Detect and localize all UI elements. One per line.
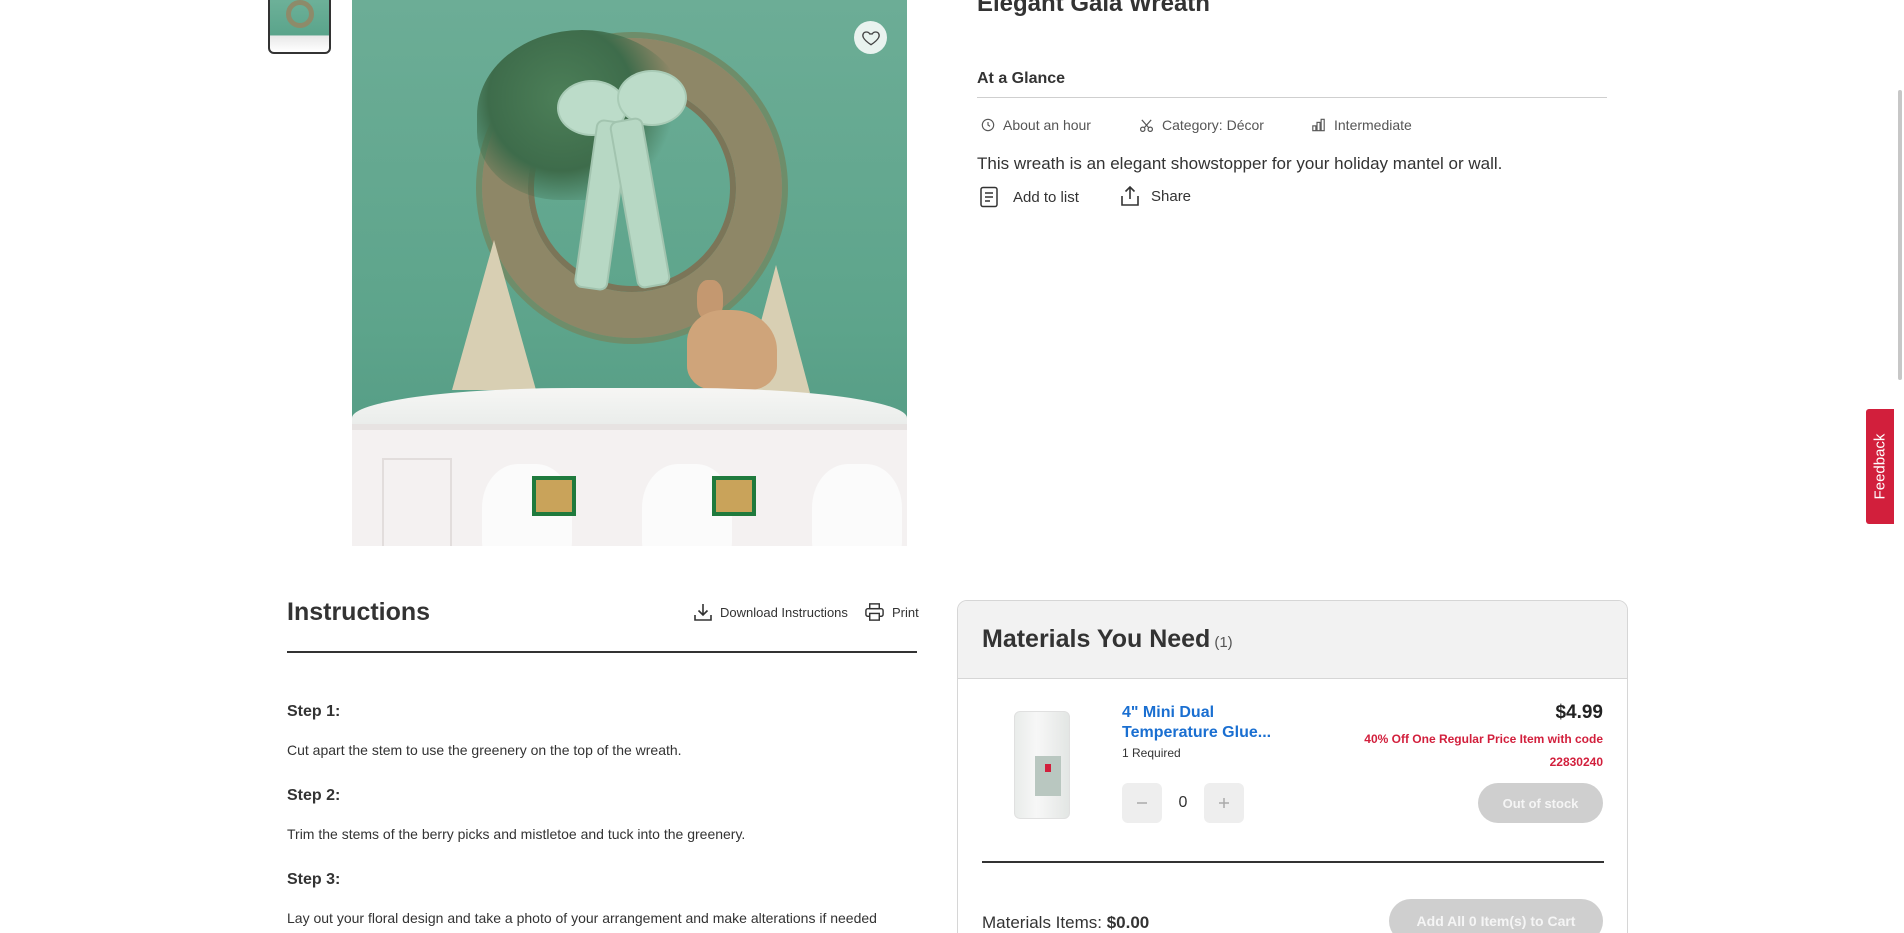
gift-box	[712, 476, 756, 516]
quantity-stepper: 0	[1122, 783, 1244, 823]
product-price: $4.99	[1555, 702, 1603, 723]
printer-icon	[865, 603, 884, 621]
project-page: Elegant Gala Wreath At a Glance About an…	[0, 0, 1904, 933]
increase-button[interactable]	[1204, 783, 1244, 823]
share-icon	[1121, 185, 1139, 206]
print-label: Print	[892, 604, 919, 620]
skill-level: Intermediate	[1311, 116, 1412, 134]
project-title: Elegant Gala Wreath	[977, 0, 1210, 17]
feedback-label: Feedback	[1871, 433, 1889, 500]
minus-icon	[1137, 802, 1147, 804]
add-to-list-label: Add to list	[1013, 188, 1079, 206]
materials-total: Materials Items: $0.00	[982, 913, 1149, 933]
snow-blanket	[352, 388, 907, 428]
materials-count: (1)	[1214, 634, 1233, 651]
project-description: This wreath is an elegant showstopper fo…	[977, 154, 1503, 173]
out-of-stock-button[interactable]: Out of stock	[1478, 783, 1603, 823]
time-estimate: About an hour	[981, 116, 1091, 134]
stocking	[812, 464, 902, 546]
project-hero-image	[352, 0, 907, 546]
product-required: 1 Required	[1122, 746, 1181, 760]
plus-icon	[1219, 798, 1229, 808]
print-button[interactable]: Print	[864, 602, 919, 622]
quantity-value[interactable]: 0	[1162, 783, 1204, 823]
bar-chart-icon	[1312, 118, 1325, 132]
divider	[982, 861, 1604, 863]
favorite-button[interactable]	[854, 21, 887, 54]
decrease-button[interactable]	[1122, 783, 1162, 823]
step-heading: Step 2:	[287, 787, 341, 804]
clock-icon	[981, 118, 995, 132]
share-label: Share	[1151, 187, 1192, 205]
materials-heading-text: Materials You Need	[982, 625, 1211, 653]
divider	[977, 97, 1607, 98]
product-image[interactable]	[1014, 711, 1070, 819]
time-label: About an hour	[1003, 117, 1091, 133]
materials-header: Materials You Need (1)	[958, 601, 1627, 679]
bottle-brush-tree	[452, 240, 536, 390]
product-promo: 40% Off One Regular Price Item with code…	[1364, 732, 1603, 769]
download-instructions-label: Download Instructions	[720, 604, 848, 620]
share-button[interactable]: Share	[1119, 185, 1191, 207]
document-icon	[980, 186, 998, 208]
feedback-tab[interactable]: Feedback	[1866, 409, 1894, 524]
heart-icon	[861, 30, 880, 45]
step-text: Cut apart the stem to use the greenery o…	[287, 742, 682, 758]
wreath-bow	[557, 70, 687, 310]
skill-label: Intermediate	[1334, 117, 1412, 133]
reindeer-figurine	[687, 310, 777, 390]
materials-panel: Materials You Need (1) 4" Mini Dual Tempe…	[957, 600, 1628, 933]
scissors-icon	[1139, 118, 1154, 132]
category-label: Category: Décor	[1162, 117, 1264, 133]
add-to-list-button[interactable]: Add to list	[979, 186, 1079, 208]
download-icon	[694, 604, 712, 621]
materials-heading: Materials You Need (1)	[982, 625, 1233, 654]
gallery-thumbnail[interactable]	[268, 0, 331, 54]
download-instructions-button[interactable]: Download Instructions	[693, 602, 848, 622]
project-category: Category: Décor	[1139, 116, 1264, 134]
product-name-link[interactable]: 4" Mini Dual Temperature Glue...	[1122, 703, 1292, 743]
step-heading: Step 1:	[287, 703, 341, 720]
materials-total-label: Materials Items:	[982, 913, 1102, 932]
materials-total-value: $0.00	[1106, 913, 1150, 932]
divider	[287, 651, 917, 653]
instructions-heading: Instructions	[287, 598, 431, 626]
at-a-glance-heading: At a Glance	[977, 70, 1066, 87]
step-text: Lay out your floral design and take a ph…	[287, 910, 877, 926]
step-heading: Step 3:	[287, 871, 341, 888]
page-scrollbar[interactable]	[1898, 90, 1902, 380]
gift-box	[532, 476, 576, 516]
thumbnail-wreath-image	[286, 0, 314, 28]
step-text: Trim the stems of the berry picks and mi…	[287, 826, 746, 842]
add-all-to-cart-button[interactable]: Add All 0 Item(s) to Cart	[1389, 899, 1603, 933]
